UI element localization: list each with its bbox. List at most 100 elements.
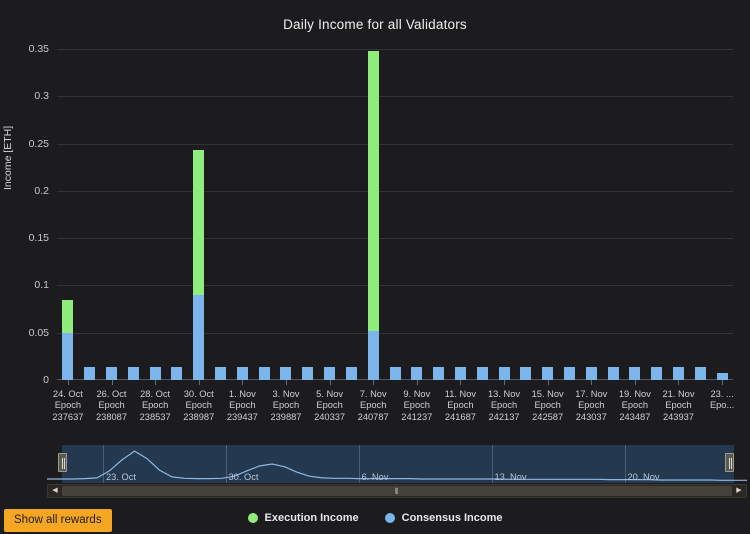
bar-group[interactable] — [476, 366, 488, 380]
legend-item-execution-income[interactable]: Execution Income — [247, 512, 359, 524]
bar-group[interactable] — [193, 150, 205, 380]
bar-segment-consensus[interactable] — [607, 366, 619, 380]
x-tick-mark — [111, 380, 113, 385]
bar-group[interactable] — [411, 366, 423, 380]
y-tick-label: 0.05 — [28, 326, 49, 339]
bar-segment-consensus[interactable] — [193, 294, 205, 380]
bar-segment-consensus[interactable] — [651, 366, 663, 380]
bar-segment-consensus[interactable] — [716, 373, 728, 380]
bar-segment-consensus[interactable] — [411, 366, 423, 380]
bar-group[interactable] — [345, 366, 357, 380]
bar-segment-consensus[interactable] — [345, 366, 357, 380]
bar-group[interactable] — [280, 366, 292, 380]
bar-segment-consensus[interactable] — [84, 366, 96, 380]
bar-group[interactable] — [607, 366, 619, 380]
navigator-handle-left[interactable] — [58, 453, 67, 472]
bar-segment-consensus[interactable] — [433, 366, 445, 380]
scrollbar-thumb[interactable]: ⦀ — [62, 486, 732, 496]
bar-group[interactable] — [215, 366, 227, 380]
x-tick-mark — [329, 380, 331, 385]
horizontal-scrollbar[interactable]: ◀ ⦀ ▶ — [47, 484, 747, 498]
y-tick-label: 0.2 — [34, 184, 49, 197]
bar-segment-consensus[interactable] — [629, 366, 641, 380]
navigator-x-label: 23. Oct — [106, 472, 136, 482]
x-tick-mark — [285, 380, 287, 385]
bar-group[interactable] — [716, 373, 728, 380]
bar-group[interactable] — [258, 366, 270, 380]
bar-group[interactable] — [84, 366, 96, 380]
bar-series[interactable] — [57, 49, 733, 380]
bar-group[interactable] — [62, 299, 74, 380]
bar-segment-consensus[interactable] — [215, 366, 227, 380]
range-navigator[interactable]: 23. Oct 30. Oct 6. Nov 13. Nov 20. Nov — [47, 445, 747, 483]
bar-group[interactable] — [149, 366, 161, 380]
bar-segment-consensus[interactable] — [171, 366, 183, 380]
bar-segment-consensus[interactable] — [520, 366, 532, 380]
y-tick-label: 0.1 — [34, 279, 49, 292]
navigator-x-label: 6. Nov — [361, 472, 389, 482]
bar-segment-execution[interactable] — [62, 299, 74, 333]
bar-group[interactable] — [563, 366, 575, 380]
bar-segment-consensus[interactable] — [62, 332, 74, 380]
bar-segment-execution[interactable] — [193, 150, 205, 295]
bar-segment-execution[interactable] — [367, 50, 379, 331]
bar-group[interactable] — [520, 366, 532, 380]
bar-segment-consensus[interactable] — [367, 330, 379, 380]
scroll-left-button[interactable]: ◀ — [49, 486, 61, 496]
bar-segment-consensus[interactable] — [324, 366, 336, 380]
legend-color-dot-icon — [247, 513, 258, 523]
x-tick-mark — [198, 380, 200, 385]
bar-segment-consensus[interactable] — [585, 366, 597, 380]
bar-group[interactable] — [542, 366, 554, 380]
y-tick-label: 0 — [43, 374, 49, 386]
bar-segment-consensus[interactable] — [672, 366, 684, 380]
x-tick-mark — [634, 380, 636, 385]
bar-segment-consensus[interactable] — [106, 366, 118, 380]
bar-group[interactable] — [367, 50, 379, 380]
bar-group[interactable] — [171, 366, 183, 380]
bar-segment-consensus[interactable] — [236, 366, 248, 380]
bar-segment-consensus[interactable] — [563, 366, 575, 380]
bar-segment-consensus[interactable] — [258, 366, 270, 380]
x-tick-line: 23. ... — [710, 389, 734, 399]
legend-color-dot-icon — [384, 513, 395, 523]
legend-label: Consensus Income — [401, 512, 503, 524]
bar-segment-consensus[interactable] — [127, 366, 139, 380]
x-tick-mark — [504, 380, 506, 385]
bar-group[interactable] — [629, 366, 641, 380]
bar-group[interactable] — [585, 366, 597, 380]
bar-group[interactable] — [651, 366, 663, 380]
bar-segment-consensus[interactable] — [542, 366, 554, 380]
bar-group[interactable] — [498, 366, 510, 380]
bar-group[interactable] — [433, 366, 445, 380]
bar-group[interactable] — [672, 366, 684, 380]
x-tick-mark — [242, 380, 244, 385]
bar-segment-consensus[interactable] — [694, 366, 706, 380]
bar-group[interactable] — [694, 366, 706, 380]
scroll-right-button[interactable]: ▶ — [733, 486, 745, 496]
bar-segment-consensus[interactable] — [498, 366, 510, 380]
navigator-x-label: 20. Nov — [627, 472, 660, 482]
bar-group[interactable] — [236, 366, 248, 380]
bar-group[interactable] — [389, 366, 401, 380]
bar-group[interactable] — [454, 366, 466, 380]
legend-item-consensus-income[interactable]: Consensus Income — [384, 512, 503, 524]
page-title: Daily Income for all Validators — [283, 17, 467, 32]
bar-group[interactable] — [302, 366, 314, 380]
bar-segment-consensus[interactable] — [302, 366, 314, 380]
bar-segment-consensus[interactable] — [454, 366, 466, 380]
bar-segment-consensus[interactable] — [476, 366, 488, 380]
bar-group[interactable] — [106, 366, 118, 380]
bar-segment-consensus[interactable] — [149, 366, 161, 380]
x-tick-mark — [416, 380, 418, 385]
x-tick-mark — [373, 380, 375, 385]
navigator-handle-right[interactable] — [725, 453, 734, 472]
navigator-x-label: 30. Oct — [228, 472, 259, 482]
y-tick-label: 0.15 — [28, 232, 49, 245]
bar-segment-consensus[interactable] — [280, 366, 292, 380]
bar-group[interactable] — [324, 366, 336, 380]
bar-group[interactable] — [127, 366, 139, 380]
x-tick-mark — [155, 380, 157, 385]
bar-segment-consensus[interactable] — [389, 366, 401, 380]
x-tick-mark — [67, 380, 69, 385]
